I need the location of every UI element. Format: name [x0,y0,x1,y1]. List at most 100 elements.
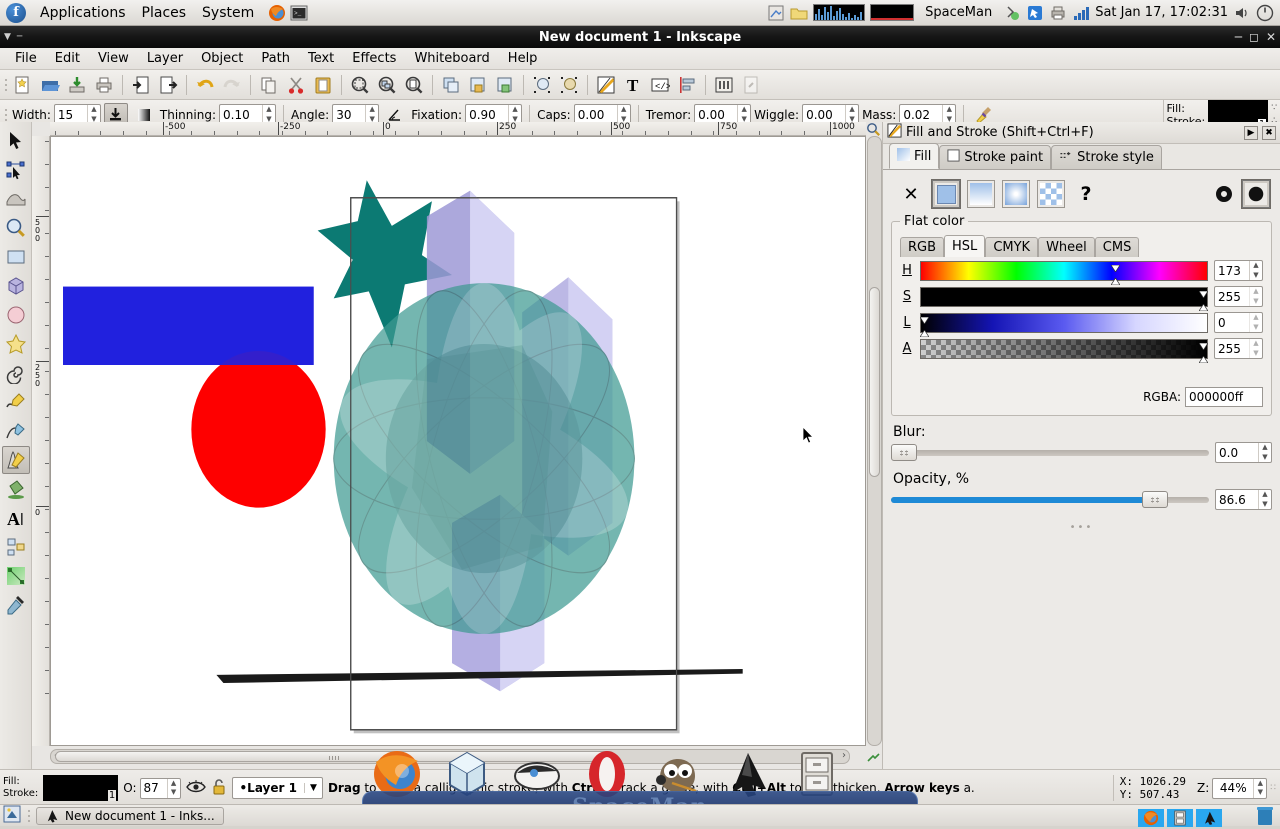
group-icon[interactable] [465,72,491,98]
linear-gradient-button[interactable] [967,180,995,208]
paste-icon[interactable] [310,72,336,98]
layer-selector[interactable]: •Layer 1 ▼ [232,777,323,799]
cut-icon[interactable] [283,72,309,98]
status-opacity-spinner[interactable]: ▲▼ [140,778,181,799]
terminal-launcher-icon[interactable]: >_ [290,4,308,22]
node-tool[interactable] [2,156,30,184]
zoom-spinner[interactable]: ▲▼ [1212,778,1267,799]
alpha-spinner[interactable]: ▲▼ [1214,338,1263,359]
selector-tool[interactable] [2,127,30,155]
undo-icon[interactable] [192,72,218,98]
menu-object[interactable]: Object [192,49,252,68]
zoom-input[interactable] [1213,779,1253,798]
connector-tool[interactable] [2,533,30,561]
opacity-spinner[interactable]: ▲▼ [1215,489,1272,510]
opacity-input[interactable] [1216,490,1258,509]
preferences-icon[interactable] [711,72,737,98]
blur-input[interactable] [1216,443,1258,462]
window-maximize-button[interactable]: ◻ [1249,30,1259,44]
red-circle-shape[interactable] [191,351,325,508]
alpha-slider[interactable] [920,339,1208,359]
tray-files-icon[interactable] [1167,809,1193,827]
color-tab-cms[interactable]: CMS [1095,237,1140,257]
blur-slider[interactable] [891,450,1209,456]
flat-color-button[interactable] [932,180,960,208]
export-icon[interactable] [155,72,181,98]
cpu-graph-icon[interactable] [813,4,865,21]
folder-icon[interactable] [790,4,808,22]
saturation-slider[interactable] [920,287,1208,307]
ellipse-tool[interactable] [2,301,30,329]
duplicate-icon[interactable] [438,72,464,98]
color-tab-wheel[interactable]: Wheel [1038,237,1095,257]
pattern-button[interactable] [1037,180,1065,208]
ruler-unit-zoom-icon[interactable] [866,122,881,136]
pencil-tool[interactable] [2,388,30,416]
mouse-icon[interactable] [1026,4,1044,22]
fill-stroke-icon[interactable] [593,72,619,98]
save-document-icon[interactable] [64,72,90,98]
menu-file[interactable]: File [6,49,46,68]
ungroup-icon[interactable] [492,72,518,98]
gnome-menu-system[interactable]: System [194,2,262,24]
nonzero-fillrule-button[interactable] [1242,180,1270,208]
menu-path[interactable]: Path [252,49,299,68]
star-tool[interactable] [2,330,30,358]
import-icon[interactable] [128,72,154,98]
dock-close-button[interactable]: ✖ [1262,126,1276,140]
alpha-input[interactable] [1215,339,1249,358]
blur-spinner[interactable]: ▲▼ [1215,442,1272,463]
opacity-slider[interactable] [891,497,1209,503]
dock-resize-handle[interactable]: ••• [891,522,1272,533]
blur-slider-thumb[interactable] [891,444,917,461]
no-paint-button[interactable]: ✕ [897,180,925,208]
rgba-input[interactable] [1185,387,1263,407]
gnome-menu-places[interactable]: Places [134,2,195,24]
saturation-spinner[interactable]: ▲▼ [1214,286,1263,307]
bezier-tool[interactable] [2,417,30,445]
window-close-button[interactable]: ✕ [1266,30,1276,44]
paint-bucket-tool[interactable] [2,475,30,503]
color-tab-hsl[interactable]: HSL [944,235,985,257]
toolbar-grip[interactable] [2,74,9,96]
menu-whiteboard[interactable]: Whiteboard [405,49,498,68]
3dbox-tool[interactable] [2,272,30,300]
tab-stroke-style[interactable]: Stroke style [1051,145,1162,169]
lightness-slider[interactable] [920,313,1208,333]
color-tab-rgb[interactable]: RGB [900,237,944,257]
horizontal-ruler[interactable]: -500-25002505007501000 [50,122,866,136]
menu-help[interactable]: Help [499,49,547,68]
gnome-menu-applications[interactable]: Applications [32,2,134,24]
menu-text[interactable]: Text [299,49,343,68]
window-menu-button[interactable]: ▼─ [4,26,22,48]
drawing-canvas[interactable] [50,136,866,746]
net-graph-icon[interactable] [870,4,914,21]
open-document-icon[interactable] [37,72,63,98]
hue-spinner[interactable]: ▲▼ [1214,260,1263,281]
lightness-spinner[interactable]: ▲▼ [1214,312,1263,333]
tray-inkscape-icon[interactable] [1196,809,1222,827]
menu-edit[interactable]: Edit [46,49,89,68]
distro-logo-icon[interactable]: f [6,3,26,23]
zoom-drawing-icon[interactable] [374,72,400,98]
status-opacity-input[interactable] [141,779,167,798]
eye-icon[interactable] [186,779,206,798]
chevron-down-icon[interactable]: ▼ [304,783,322,793]
spiral-tool[interactable] [2,359,30,387]
zoom-selection-icon[interactable] [347,72,373,98]
hue-slider[interactable] [920,261,1208,281]
rectangle-tool[interactable] [2,243,30,271]
clock[interactable]: Sat Jan 17, 17:02:31 [1095,5,1228,20]
evenodd-fillrule-button[interactable] [1210,180,1238,208]
vertical-scroll-thumb[interactable] [869,287,880,477]
speaker-icon[interactable] [1233,4,1251,22]
calligraphy-tool[interactable] [2,446,30,474]
power-icon[interactable] [1256,4,1274,22]
status-fill-swatch[interactable]: 1 [43,775,118,801]
zoom-page-icon[interactable] [401,72,427,98]
network-signal-icon[interactable] [1072,4,1090,22]
menu-view[interactable]: View [89,49,138,68]
opacity-slider-thumb[interactable] [1142,491,1168,508]
lower-selection-icon[interactable] [556,72,582,98]
unlocked-icon[interactable] [211,778,227,799]
